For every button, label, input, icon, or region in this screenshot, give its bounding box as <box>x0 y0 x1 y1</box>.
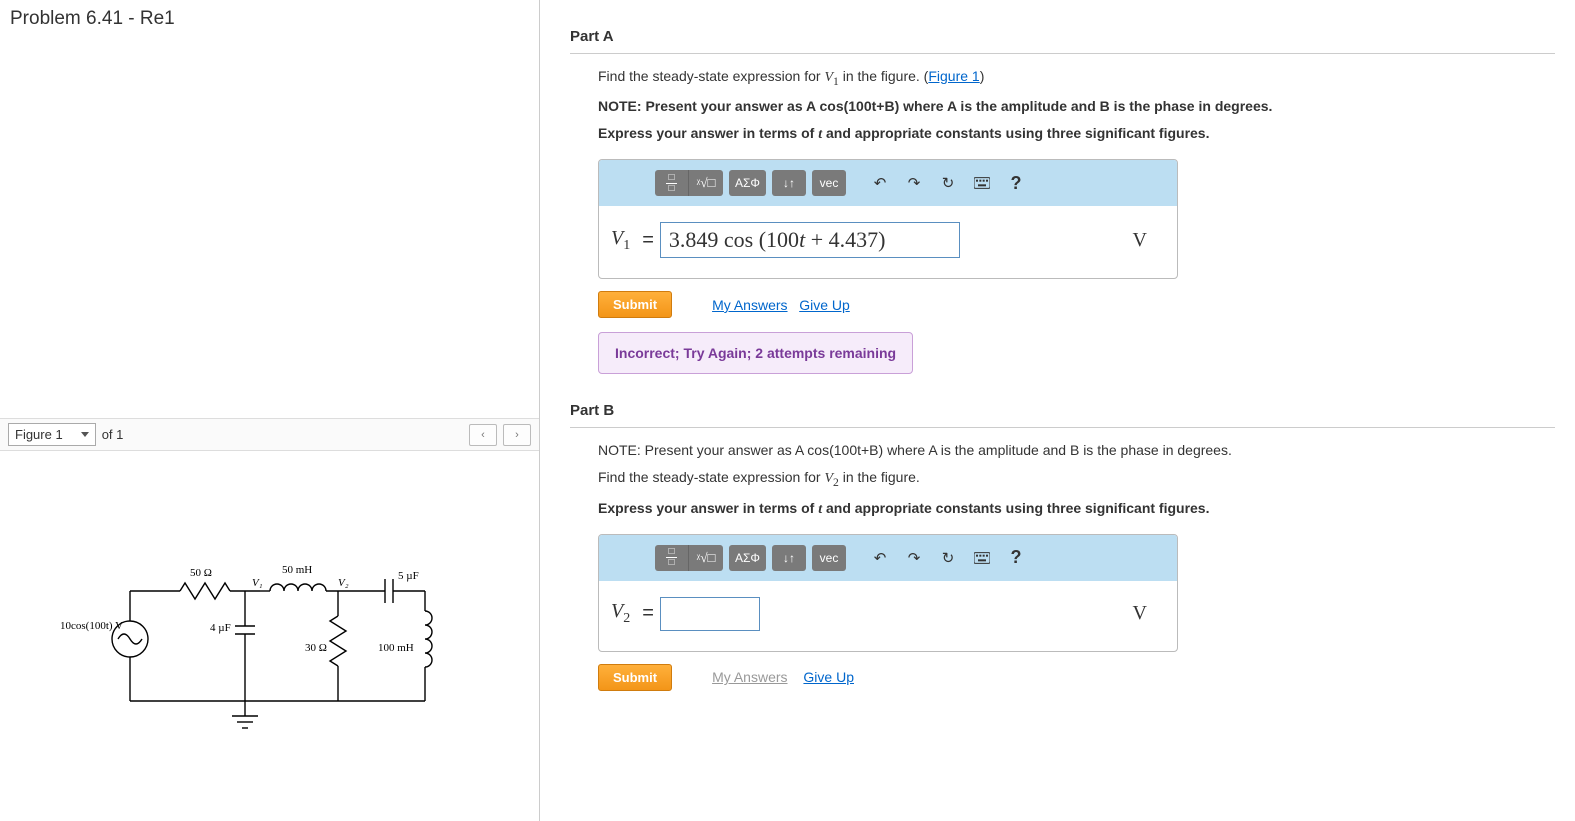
part-b-prompt: Find the steady-state expression for V2 … <box>598 467 1555 491</box>
part-b-submit-button[interactable]: Submit <box>598 664 672 691</box>
reset-button[interactable]: ↻ <box>934 170 962 196</box>
part-a-answer-box: □□ ᵡ√□ ΑΣΦ ↓↑ vec ↶ ↷ ↻ <box>598 159 1178 279</box>
svg-text:50 mH: 50 mH <box>282 564 312 576</box>
part-b-actions: Submit My Answers Give Up <box>598 664 1555 691</box>
part-a-toolbar: □□ ᵡ√□ ΑΣΦ ↓↑ vec ↶ ↷ ↻ <box>599 160 1177 206</box>
part-a-body: Find the steady-state expression for V1 … <box>570 66 1555 374</box>
equals-sign: = <box>636 229 660 252</box>
equals-sign: = <box>636 602 660 625</box>
subsup-button[interactable]: ↓↑ <box>772 545 806 571</box>
problem-title: Problem 6.41 - Re1 <box>0 0 539 38</box>
part-a-prompt: Find the steady-state expression for V1 … <box>598 66 1555 90</box>
reset-button[interactable]: ↻ <box>934 545 962 571</box>
vec-button[interactable]: vec <box>812 170 846 196</box>
greek-button[interactable]: ΑΣΦ <box>729 545 766 571</box>
template-button[interactable]: □□ <box>655 545 689 571</box>
svg-text:30 Ω: 30 Ω <box>305 642 327 654</box>
part-a-give-up-link[interactable]: Give Up <box>799 297 850 313</box>
svg-text:50 Ω: 50 Ω <box>190 567 212 579</box>
help-button[interactable]: ? <box>1002 170 1030 196</box>
svg-text:4 µF: 4 µF <box>210 622 231 634</box>
vec-button[interactable]: vec <box>812 545 846 571</box>
svg-text:100 mH: 100 mH <box>378 642 414 654</box>
part-a-actions: Submit My Answers Give Up <box>598 291 1555 318</box>
undo-button[interactable]: ↶ <box>866 545 894 571</box>
figure-1-link[interactable]: Figure 1 <box>928 68 979 84</box>
part-b-answer-input[interactable] <box>660 597 760 631</box>
template-button[interactable]: □□ <box>655 170 689 196</box>
part-b-give-up-link[interactable]: Give Up <box>803 669 854 685</box>
subsup-button[interactable]: ↓↑ <box>772 170 806 196</box>
greek-button[interactable]: ΑΣΦ <box>729 170 766 196</box>
part-a-my-answers-link[interactable]: My Answers <box>712 297 787 313</box>
part-b-toolbar: □□ ᵡ√□ ΑΣΦ ↓↑ vec ↶ ↷ ↻ <box>599 535 1177 581</box>
keyboard-button[interactable] <box>968 545 996 571</box>
part-b-header: Part B <box>570 374 1555 428</box>
figure-area: 10cos(100t) V 50 Ω V₁ 50 mH V₂ 5 µF 4 µF… <box>0 451 539 821</box>
part-b-answer-box: □□ ᵡ√□ ΑΣΦ ↓↑ vec ↶ ↷ ↻ <box>598 534 1178 652</box>
part-b-express: Express your answer in terms of t and ap… <box>598 498 1555 520</box>
svg-text:V₂: V₂ <box>338 577 349 589</box>
sqrt-button[interactable]: ᵡ√□ <box>689 545 723 571</box>
part-a-answer-input[interactable]: 3.849 cos (100t + 4.437) <box>660 222 960 258</box>
part-b-my-answers-link: My Answers <box>712 669 787 685</box>
svg-text:10cos(100t) V: 10cos(100t) V <box>60 620 123 632</box>
part-b-note: NOTE: Present your answer as A cos(100t+… <box>598 440 1555 461</box>
figure-count-label: of 1 <box>102 427 124 442</box>
part-b-body: NOTE: Present your answer as A cos(100t+… <box>570 440 1555 690</box>
keyboard-button[interactable] <box>968 170 996 196</box>
left-panel: Problem 6.41 - Re1 Figure 1 of 1 ‹ › <box>0 0 540 821</box>
part-b-var-label: V2 <box>611 600 636 627</box>
svg-text:5 µF: 5 µF <box>398 570 419 582</box>
figure-selected-label: Figure 1 <box>15 427 63 442</box>
part-a-unit: V <box>1133 229 1165 252</box>
part-b-unit: V <box>1133 602 1165 625</box>
figure-selector[interactable]: Figure 1 <box>8 423 96 446</box>
help-button[interactable]: ? <box>1002 545 1030 571</box>
svg-text:V₁: V₁ <box>252 577 263 589</box>
part-a-var-label: V1 <box>611 227 636 254</box>
right-panel: Part A Find the steady-state expression … <box>540 0 1575 821</box>
redo-button[interactable]: ↷ <box>900 545 928 571</box>
part-a-submit-button[interactable]: Submit <box>598 291 672 318</box>
sqrt-button[interactable]: ᵡ√□ <box>689 170 723 196</box>
figure-next-button[interactable]: › <box>503 424 531 446</box>
redo-button[interactable]: ↷ <box>900 170 928 196</box>
circuit-diagram: 10cos(100t) V 50 Ω V₁ 50 mH V₂ 5 µF 4 µF… <box>60 551 480 761</box>
figure-bar: Figure 1 of 1 ‹ › <box>0 418 539 451</box>
part-a-header: Part A <box>570 0 1555 54</box>
part-a-note: NOTE: Present your answer as A cos(100t+… <box>598 96 1555 117</box>
figure-prev-button[interactable]: ‹ <box>469 424 497 446</box>
part-a-express: Express your answer in terms of t and ap… <box>598 123 1555 145</box>
chevron-down-icon <box>81 432 89 437</box>
undo-button[interactable]: ↶ <box>866 170 894 196</box>
part-a-feedback: Incorrect; Try Again; 2 attempts remaini… <box>598 332 913 374</box>
